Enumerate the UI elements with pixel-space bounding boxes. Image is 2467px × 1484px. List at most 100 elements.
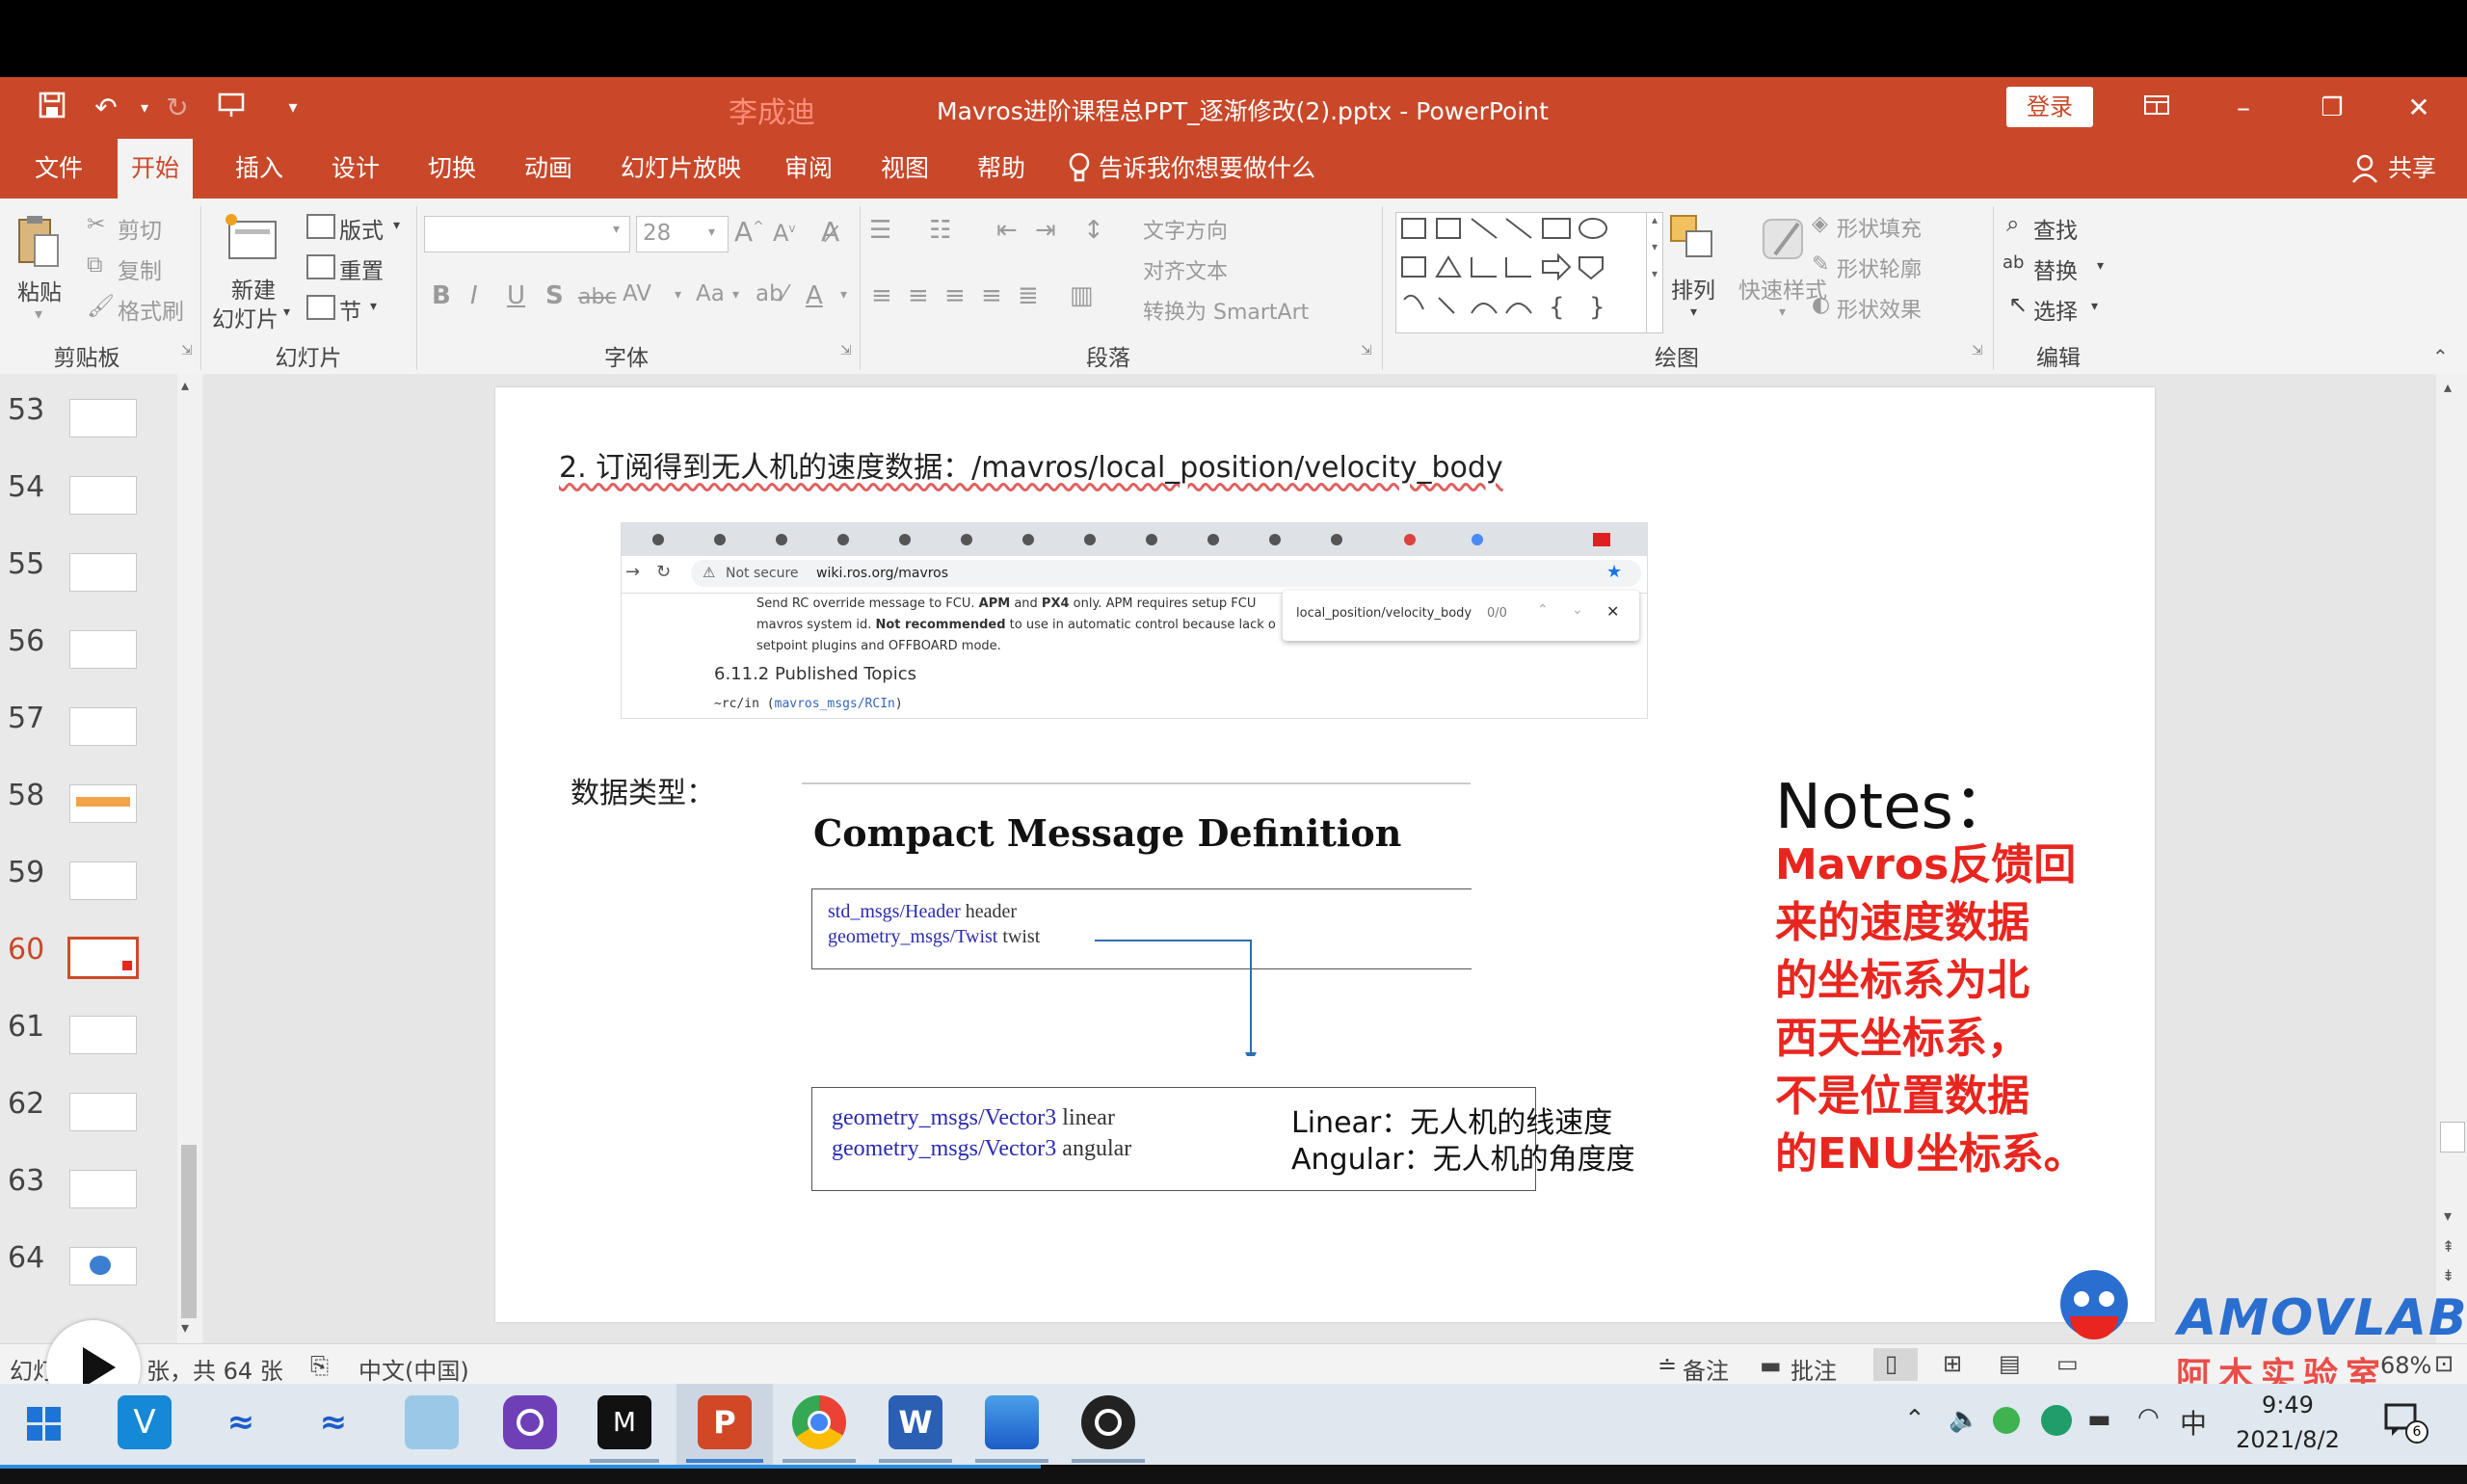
wechat-tray-icon[interactable] (1993, 1407, 2020, 1434)
justify-icon[interactable]: ≡ (981, 281, 1002, 310)
format-painter-button[interactable]: 格式刷 (118, 293, 184, 326)
slide-thumbnail[interactable] (69, 630, 137, 669)
slide-thumbnail[interactable] (69, 399, 137, 437)
windows-start-icon[interactable] (27, 1407, 62, 1445)
strikethrough-button[interactable]: abc (578, 285, 617, 309)
tab-home[interactable]: 开始 (118, 139, 194, 199)
select-dropdown-icon[interactable]: ▾ (2091, 299, 2098, 314)
font-launcher-icon[interactable]: ⇲ (840, 343, 852, 358)
copy-button[interactable]: 复制 (118, 252, 162, 285)
numbering-icon[interactable]: ☷ (929, 216, 951, 245)
notes-body[interactable]: Mavros反馈回 来的速度数据 的坐标系为北 西天坐标系， 不是位置数据 的E… (1775, 836, 2132, 1183)
minimize-icon[interactable]: – (2226, 91, 2261, 125)
notes-title[interactable]: Notes： (1775, 757, 2015, 846)
tab-slideshow[interactable]: 幻灯片放映 (607, 139, 755, 199)
paste-button[interactable]: 粘贴 (17, 274, 62, 306)
highlight-icon[interactable]: ab⁄ (756, 281, 787, 306)
language-status[interactable]: 中文(中国) (358, 1352, 469, 1386)
layout-dropdown-icon[interactable]: ▾ (393, 218, 400, 233)
underline-button[interactable]: U (507, 281, 525, 310)
slide-thumbnail[interactable] (69, 553, 137, 592)
tell-me-search[interactable]: 告诉我你想要做什么 (1099, 139, 1315, 199)
notes-app-icon[interactable] (405, 1395, 459, 1449)
comments-toggle[interactable]: 批注 (1791, 1352, 1837, 1386)
distributed-icon[interactable]: ≣ (1018, 281, 1039, 310)
select-button[interactable]: 选择 (2033, 293, 2078, 326)
arrange-button[interactable]: 排列 (1671, 272, 1715, 305)
text-direction-button[interactable]: 文字方向 (1143, 214, 1228, 245)
tab-transitions[interactable]: 切换 (414, 139, 490, 199)
align-center-icon[interactable]: ≡ (908, 281, 929, 310)
quick-styles-dropdown-icon[interactable]: ▾ (1779, 305, 1786, 320)
customize-quick-access-icon[interactable]: ▾ (276, 91, 310, 125)
chrome-app-icon[interactable] (792, 1395, 846, 1449)
arrange-dropdown-icon[interactable]: ▾ (1690, 305, 1697, 320)
tab-review[interactable]: 审阅 (771, 139, 846, 199)
slide-scrollbar[interactable]: ▴ ▾ ⇞ ⇟ (2436, 374, 2467, 1343)
scroll-up-icon[interactable]: ▴ (181, 376, 189, 394)
normal-view-icon[interactable]: ▯ (1873, 1348, 1918, 1381)
align-left-icon[interactable]: ≡ (871, 281, 892, 310)
section-dropdown-icon[interactable]: ▾ (370, 299, 377, 314)
arrange-icon[interactable] (1667, 212, 1719, 264)
paste-dropdown-icon[interactable]: ▾ (35, 305, 42, 323)
find-button[interactable]: 查找 (2033, 212, 2078, 245)
align-text-button[interactable]: 对齐文本 (1143, 254, 1228, 285)
format-painter-icon[interactable]: 🖌 (87, 293, 115, 319)
character-spacing-dropdown-icon[interactable]: ▾ (675, 287, 681, 303)
scroll-down-icon[interactable]: ▾ (181, 1318, 189, 1337)
slide-thumbnail[interactable] (69, 861, 137, 900)
layout-icon[interactable] (306, 214, 335, 239)
obs-app-icon[interactable] (1081, 1395, 1135, 1449)
columns-icon[interactable]: ▥ (1070, 281, 1094, 310)
cut-button[interactable]: 剪切 (118, 212, 162, 245)
font-name-input[interactable] (424, 216, 630, 252)
vscode-app-icon[interactable]: V (118, 1395, 172, 1449)
scroll-down-icon[interactable]: ▾ (2444, 1206, 2452, 1225)
decrease-font-size-icon[interactable]: Av (773, 220, 796, 247)
layout-button[interactable]: 版式 (339, 212, 384, 245)
spell-check-icon[interactable]: ⎘ (310, 1352, 329, 1379)
previous-slide-icon[interactable]: ⇞ (2442, 1237, 2454, 1256)
fit-to-window-icon[interactable]: ⊡ (2434, 1350, 2454, 1377)
tab-help[interactable]: 帮助 (964, 139, 1039, 199)
wit-app-icon[interactable]: ≈ (214, 1395, 268, 1449)
clock-date[interactable]: 2021/8/2 (2230, 1426, 2346, 1453)
slide-thumbnail[interactable] (69, 1093, 137, 1131)
slide-thumbnail[interactable] (69, 707, 137, 746)
change-case-dropdown-icon[interactable]: ▾ (732, 287, 739, 303)
photos-app-icon[interactable] (985, 1395, 1039, 1449)
slideshow-from-start-icon[interactable] (214, 91, 249, 125)
word-app-icon[interactable]: W (889, 1395, 942, 1449)
reading-view-icon[interactable]: ▤ (1999, 1350, 2021, 1377)
section-icon[interactable] (306, 295, 335, 320)
input-method-indicator[interactable]: 中 (2180, 1403, 2207, 1442)
show-hidden-icons[interactable]: ⌃ (1904, 1405, 1925, 1434)
drawing-launcher-icon[interactable]: ⇲ (1972, 343, 1983, 358)
comments-icon[interactable]: ▬ (1760, 1352, 1782, 1379)
restore-icon[interactable]: ❐ (2315, 91, 2349, 125)
next-slide-icon[interactable]: ⇟ (2442, 1266, 2454, 1285)
decrease-indent-icon[interactable]: ⇤ (996, 216, 1018, 245)
font-size-input[interactable]: 28 ▾ (636, 216, 729, 252)
collapse-ribbon-icon[interactable]: ⌃ (2432, 345, 2449, 368)
font-size-dropdown-icon[interactable]: ▾ (708, 225, 715, 240)
quick-styles-icon[interactable] (1756, 212, 1810, 266)
shapes-gallery[interactable]: {} (1395, 212, 1648, 333)
increase-font-size-icon[interactable]: A^ (734, 216, 764, 248)
character-spacing-button[interactable]: AV (623, 281, 651, 306)
slide-sorter-icon[interactable]: ⊞ (1943, 1350, 1962, 1377)
share-button[interactable]: 共享 (2388, 139, 2436, 199)
wit-app-icon-2[interactable]: ≈ (306, 1395, 360, 1449)
volume-icon[interactable]: 🔈 (1949, 1405, 1979, 1434)
tab-design[interactable]: 设计 (318, 139, 393, 199)
paragraph-launcher-icon[interactable]: ⇲ (1361, 343, 1372, 358)
shapes-gallery-scroll[interactable]: ▴ ▾ ▾ (1646, 212, 1663, 333)
reset-button[interactable]: 重置 (339, 252, 384, 285)
slide-thumbnail[interactable] (69, 1247, 137, 1285)
usb-tray-icon[interactable]: ▬ (2087, 1405, 2111, 1434)
clear-formatting-icon[interactable]: A̷ (821, 216, 839, 248)
scroll-up-icon[interactable]: ▴ (2444, 378, 2452, 396)
slide-thumbnail[interactable] (69, 784, 137, 823)
copy-icon[interactable]: ⧉ (87, 252, 102, 278)
